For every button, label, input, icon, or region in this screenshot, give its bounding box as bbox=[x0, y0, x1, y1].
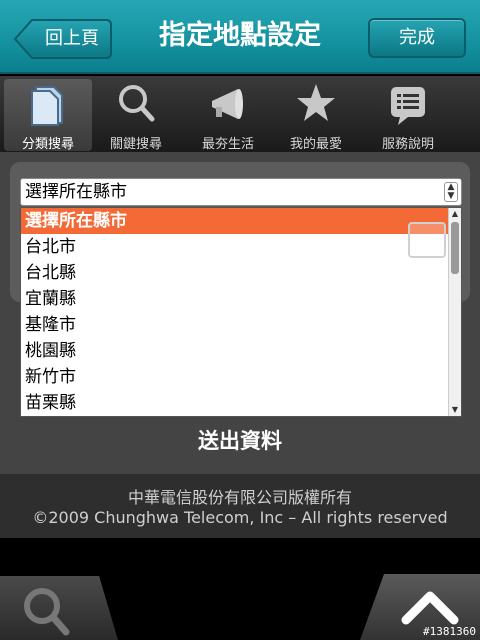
header-bar: 回上頁 指定地點設定 完成 bbox=[0, 0, 480, 74]
search-icon bbox=[24, 588, 70, 636]
bottom-search-button[interactable] bbox=[0, 576, 118, 640]
done-button[interactable]: 完成 bbox=[368, 18, 466, 58]
watermark: #1381360 bbox=[423, 625, 476, 638]
copyright-line-2: ©2009 Chunghwa Telecom, Inc – All rights… bbox=[32, 508, 448, 527]
page-title: 指定地點設定 bbox=[159, 20, 321, 51]
county-option[interactable]: 基隆市 bbox=[21, 312, 449, 338]
star-icon bbox=[297, 84, 335, 121]
tab-label: 分類搜尋 bbox=[21, 137, 74, 152]
chevron-up-icon bbox=[401, 591, 459, 625]
back-button[interactable]: 回上頁 bbox=[14, 19, 112, 59]
scrollbar-thumb[interactable] bbox=[451, 222, 459, 274]
tab-favorites[interactable]: 我的最愛 bbox=[272, 79, 360, 152]
copyright-line-1: 中華電信股份有限公司版權所有 bbox=[127, 488, 352, 507]
scroll-up-icon[interactable]: ▲ bbox=[449, 208, 461, 220]
county-option[interactable]: 台北市 bbox=[21, 234, 449, 260]
county-dropdown-list[interactable]: 選擇所在縣市 台北市 台北縣 宜蘭縣 基隆市 桃園縣 新竹市 苗栗縣 ▲ ▼ bbox=[20, 207, 462, 417]
submit-button[interactable]: 送出資料 bbox=[140, 424, 340, 458]
tab-label: 我的最愛 bbox=[289, 137, 342, 152]
back-button-label: 回上頁 bbox=[45, 28, 99, 49]
county-option[interactable]: 苗栗縣 bbox=[21, 390, 449, 416]
county-option[interactable]: 桃園縣 bbox=[21, 338, 449, 364]
county-select-value: 選擇所在縣市 bbox=[25, 182, 127, 202]
dropdown-scrollbar[interactable]: ▲ ▼ bbox=[448, 208, 461, 416]
county-select[interactable]: 選擇所在縣市 ▲ ▼ bbox=[20, 178, 462, 206]
tab-keyword-search[interactable]: 關鍵搜尋 bbox=[92, 79, 180, 152]
tab-hot-life[interactable]: 最夯生活 bbox=[184, 79, 272, 152]
bottom-bar: #1381360 bbox=[0, 538, 480, 640]
tab-bar: 分類搜尋 關鍵搜尋 最夯生活 我的最愛 服務說明 bbox=[0, 76, 480, 152]
search-icon bbox=[119, 85, 155, 122]
tab-label: 關鍵搜尋 bbox=[109, 137, 162, 152]
tab-service-info[interactable]: 服務說明 bbox=[364, 79, 452, 152]
megaphone-icon bbox=[212, 89, 243, 119]
select-arrows-icon: ▲ ▼ bbox=[444, 182, 458, 202]
tab-category-search[interactable]: 分類搜尋 bbox=[4, 79, 92, 152]
list-icon bbox=[391, 87, 425, 125]
county-option[interactable]: 選擇所在縣市 bbox=[21, 208, 449, 234]
tab-label: 最夯生活 bbox=[201, 137, 254, 152]
tab-label: 服務說明 bbox=[381, 137, 434, 152]
folder-icon bbox=[31, 86, 63, 126]
county-option[interactable]: 新竹市 bbox=[21, 364, 449, 390]
county-option[interactable]: 台北縣 bbox=[21, 260, 449, 286]
footer: 中華電信股份有限公司版權所有 ©2009 Chunghwa Telecom, I… bbox=[0, 474, 480, 538]
scroll-down-icon[interactable]: ▼ bbox=[449, 404, 461, 416]
overlay-box-icon bbox=[408, 222, 446, 258]
county-option[interactable]: 宜蘭縣 bbox=[21, 286, 449, 312]
